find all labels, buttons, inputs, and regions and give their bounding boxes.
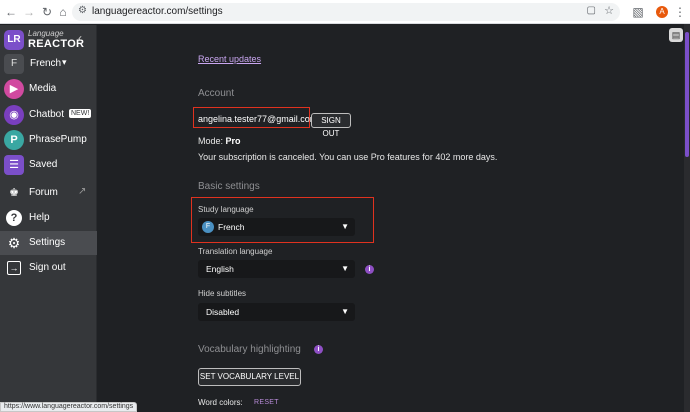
home-icon[interactable]: ⌂ xyxy=(55,4,71,20)
install-app-icon[interactable]: ▢ xyxy=(587,5,596,16)
sidebar-item-label: PhrasePump xyxy=(29,134,87,145)
phrasepump-icon: P xyxy=(4,130,24,150)
translation-language-value: English xyxy=(206,264,234,274)
play-icon: ▶ xyxy=(4,79,24,99)
sign-out-button[interactable]: SIGN OUT xyxy=(311,113,351,138)
language-name: French xyxy=(30,58,62,69)
study-language-value: French xyxy=(218,222,245,232)
translation-info-icon[interactable]: i xyxy=(365,265,374,274)
new-badge: NEW! xyxy=(69,109,92,118)
sign-out-icon: → xyxy=(7,261,21,275)
list-icon: ☰ xyxy=(4,155,24,175)
site-info-icon[interactable]: ⚙ xyxy=(78,5,87,16)
vocabulary-info-icon[interactable]: i xyxy=(314,345,323,354)
caret-down-icon: ▾ xyxy=(62,57,67,67)
sidebar-item-label: Chatbot xyxy=(29,109,65,120)
set-vocabulary-level-button[interactable]: SET VOCABULARY LEVEL xyxy=(198,368,301,386)
sidebar-item-sign-out[interactable]: → Sign out xyxy=(0,256,97,280)
reload-icon[interactable]: ↻ xyxy=(39,4,55,20)
subscription-status: Your subscription is canceled. You can u… xyxy=(198,152,498,162)
sidebar-item-saved[interactable]: ☰ Saved xyxy=(0,153,97,177)
sidebar-item-phrasepump[interactable]: P PhrasePump xyxy=(0,128,97,152)
chat-icon: ◉ xyxy=(4,105,24,125)
address-url: languagereactor.com/settings xyxy=(92,6,223,17)
sidebar-item-label: Forum xyxy=(29,187,58,198)
recent-updates-link[interactable]: Recent updates xyxy=(198,54,261,64)
study-language-label: Study language xyxy=(198,205,254,214)
account-email: angelina.tester77@gmail.com xyxy=(198,114,318,124)
browser-toolbar: ← → ↻ ⌂ ⚙ languagereactor.com/settings ▢… xyxy=(0,0,690,24)
sidebar: LR Language REACTOR ‹ F French ▾ ▶ Media… xyxy=(0,25,97,412)
reset-button[interactable]: RESET xyxy=(254,399,279,406)
logo-text-top: Language xyxy=(28,29,64,38)
sidebar-item-label: Sign out xyxy=(29,262,66,273)
sidebar-item-settings[interactable]: ⚙ Settings xyxy=(0,231,97,255)
translation-language-select[interactable]: English ▼ xyxy=(198,260,355,278)
scrollbar-thumb[interactable] xyxy=(685,32,689,157)
caret-down-icon: ▼ xyxy=(341,307,349,316)
language-flag-badge: F xyxy=(202,221,214,233)
sidebar-item-media[interactable]: ▶ Media xyxy=(0,77,97,101)
sidebar-item-label: Media xyxy=(29,83,57,94)
translation-language-label: Translation language xyxy=(198,247,273,256)
bookmark-star-icon[interactable]: ☆ xyxy=(604,4,614,17)
external-link-icon: ↗ xyxy=(78,186,87,197)
sidebar-item-label: Saved xyxy=(29,159,58,170)
mode-label: Mode: xyxy=(198,136,224,146)
extensions-icon[interactable]: ▧ xyxy=(630,4,646,20)
mode-line: Mode: Pro xyxy=(198,136,241,146)
profile-avatar[interactable]: A xyxy=(656,6,668,18)
mode-value: Pro xyxy=(225,136,241,146)
back-icon[interactable]: ← xyxy=(3,4,19,20)
address-bar[interactable]: ⚙ languagereactor.com/settings ▢ ☆ xyxy=(72,3,620,21)
sidebar-item-label: Help xyxy=(29,212,50,223)
sidebar-item-forum[interactable]: ♚ Forum ↗ xyxy=(0,181,97,205)
sidebar-item-label: Settings xyxy=(29,237,66,248)
sidebar-item-chatbot[interactable]: ◉ Chatbot NEW! xyxy=(0,103,97,127)
study-language-select[interactable]: F French ▼ xyxy=(198,218,355,236)
hide-subtitles-select[interactable]: Disabled ▼ xyxy=(198,303,355,321)
account-heading: Account xyxy=(198,88,235,99)
caret-down-icon: ▼ xyxy=(341,264,349,273)
collapse-sidebar-icon[interactable]: ‹ xyxy=(78,31,82,45)
settings-page: Recent updates Account angelina.tester77… xyxy=(98,25,684,412)
caret-down-icon: ▼ xyxy=(341,222,349,231)
status-bar-url: https://www.languagereactor.com/settings xyxy=(0,402,138,412)
forum-icon: ♚ xyxy=(9,187,19,199)
logo-text-bottom: REACTOR xyxy=(28,38,85,50)
more-menu-icon[interactable]: ⋮ xyxy=(672,4,688,20)
sidebar-item-help[interactable]: ? Help xyxy=(0,206,97,230)
help-icon: ? xyxy=(6,210,22,226)
hide-subtitles-value: Disabled xyxy=(206,307,240,317)
gear-icon: ⚙ xyxy=(7,235,21,251)
basic-settings-heading: Basic settings xyxy=(198,181,260,192)
hide-subtitles-label: Hide subtitles xyxy=(198,289,247,298)
vocabulary-highlighting-heading: Vocabulary highlighting xyxy=(198,344,301,355)
word-colors-label: Word colors: xyxy=(198,398,243,407)
logo-mark: LR xyxy=(4,30,24,50)
language-badge: F xyxy=(4,54,24,74)
language-selector[interactable]: F French ▾ xyxy=(4,54,94,74)
forward-icon[interactable]: → xyxy=(21,4,37,20)
